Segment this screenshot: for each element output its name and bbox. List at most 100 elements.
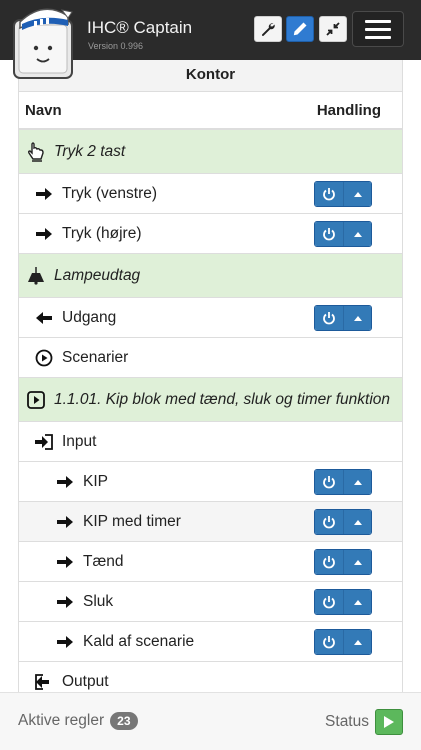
app-title: IHC® Captain xyxy=(87,18,193,37)
play-square-icon xyxy=(25,390,47,409)
footer-bar: Aktive regler 23 Status xyxy=(0,692,421,750)
dropdown-button[interactable] xyxy=(343,221,371,246)
power-icon xyxy=(323,311,335,324)
action-group xyxy=(314,628,372,655)
status-play-button[interactable] xyxy=(375,709,403,735)
arrow-right-icon xyxy=(54,515,76,529)
power-button[interactable] xyxy=(315,221,343,246)
power-icon xyxy=(323,635,335,648)
arrow-right-icon xyxy=(54,475,76,489)
list-item[interactable]: Kald af scenarie xyxy=(19,622,402,662)
column-action-header: Handling xyxy=(316,101,381,119)
caret-up-icon xyxy=(353,315,362,321)
power-button[interactable] xyxy=(315,629,343,654)
group-row[interactable]: Tryk 2 tast xyxy=(19,130,402,174)
arrow-left-icon xyxy=(33,311,55,325)
power-button[interactable] xyxy=(315,509,343,534)
list-item[interactable]: Tryk (højre) xyxy=(19,214,402,254)
caret-up-icon xyxy=(353,231,362,237)
status-label: Status xyxy=(325,713,369,730)
power-icon xyxy=(323,475,335,488)
caret-up-icon xyxy=(353,479,362,485)
action-group xyxy=(314,220,372,247)
list-item[interactable]: Sluk xyxy=(19,582,402,622)
action-group xyxy=(314,180,372,207)
dropdown-button[interactable] xyxy=(343,549,371,574)
sign-in-icon xyxy=(33,433,55,451)
row-label: Sluk xyxy=(83,592,114,610)
panel-title: Kontor xyxy=(19,60,402,92)
dropdown-button[interactable] xyxy=(343,629,371,654)
arrow-right-icon xyxy=(54,595,76,609)
row-label: Tænd xyxy=(83,552,124,570)
hamburger-menu-button[interactable] xyxy=(352,11,404,47)
lamp-icon xyxy=(25,266,47,285)
compress-button[interactable] xyxy=(319,16,347,42)
caret-up-icon xyxy=(353,559,362,565)
caret-up-icon xyxy=(353,519,362,525)
arrow-right-icon xyxy=(33,187,55,201)
row-label: Tryk 2 tast xyxy=(54,142,126,160)
hamburger-menu-icon xyxy=(365,19,391,23)
dropdown-button[interactable] xyxy=(343,305,371,330)
wrench-icon xyxy=(262,23,275,36)
row-label: Udgang xyxy=(62,308,117,326)
caret-up-icon xyxy=(353,599,362,605)
column-name-header: Navn xyxy=(25,101,62,119)
row-label: Kald af scenarie xyxy=(83,632,195,650)
list-item[interactable]: Tryk (venstre) xyxy=(19,174,402,214)
wrench-button[interactable] xyxy=(254,16,282,42)
list-item[interactable]: Output xyxy=(19,662,402,692)
edit-button[interactable] xyxy=(286,16,314,42)
compress-icon xyxy=(326,22,340,36)
hand-point-icon xyxy=(25,141,47,162)
row-label: Tryk (højre) xyxy=(62,224,142,242)
play-circle-icon xyxy=(33,349,55,367)
status-link[interactable]: Status xyxy=(325,709,403,735)
dropdown-button[interactable] xyxy=(343,181,371,206)
list-item[interactable]: KIP xyxy=(19,462,402,502)
arrow-right-icon xyxy=(54,555,76,569)
power-button[interactable] xyxy=(315,549,343,574)
row-label: Input xyxy=(62,432,97,450)
row-label: KIP xyxy=(83,472,108,490)
dropdown-button[interactable] xyxy=(343,589,371,614)
active-rules-label: Aktive regler xyxy=(18,712,105,729)
power-button[interactable] xyxy=(315,305,343,330)
active-rules-count-badge: 23 xyxy=(110,712,138,730)
row-label: Tryk (venstre) xyxy=(62,184,158,202)
power-icon xyxy=(323,555,335,568)
dropdown-button[interactable] xyxy=(343,469,371,494)
play-icon xyxy=(384,716,394,728)
caret-up-icon xyxy=(353,639,362,645)
arrow-right-icon xyxy=(33,227,55,241)
power-button[interactable] xyxy=(315,181,343,206)
action-group xyxy=(314,508,372,535)
action-group xyxy=(314,468,372,495)
arrow-right-icon xyxy=(54,635,76,649)
dropdown-button[interactable] xyxy=(343,509,371,534)
list-item[interactable]: Input xyxy=(19,422,402,462)
action-group xyxy=(314,304,372,331)
group-row[interactable]: Lampeudtag xyxy=(19,254,402,298)
rules-panel: Kontor Navn Handling Tryk 2 tast Tryk (v… xyxy=(18,60,403,692)
active-rules-link[interactable]: Aktive regler 23 xyxy=(18,712,138,730)
power-icon xyxy=(323,187,335,200)
power-button[interactable] xyxy=(315,589,343,614)
table-header: Navn Handling xyxy=(19,92,402,130)
row-label: Lampeudtag xyxy=(54,266,141,284)
power-icon xyxy=(323,515,335,528)
row-label: 1.1.01. Kip blok med tænd, sluk og timer… xyxy=(54,390,391,408)
list-item[interactable]: Udgang xyxy=(19,298,402,338)
list-item[interactable]: Scenarier xyxy=(19,338,402,378)
row-label: Scenarier xyxy=(62,348,129,366)
power-button[interactable] xyxy=(315,469,343,494)
row-label: KIP med timer xyxy=(83,512,181,530)
group-row[interactable]: 1.1.01. Kip blok med tænd, sluk og timer… xyxy=(19,378,402,422)
list-item[interactable]: Tænd xyxy=(19,542,402,582)
sign-out-icon xyxy=(33,673,55,691)
power-icon xyxy=(323,227,335,240)
action-group xyxy=(314,548,372,575)
row-label: Output xyxy=(62,672,109,690)
list-item[interactable]: KIP med timer xyxy=(19,502,402,542)
